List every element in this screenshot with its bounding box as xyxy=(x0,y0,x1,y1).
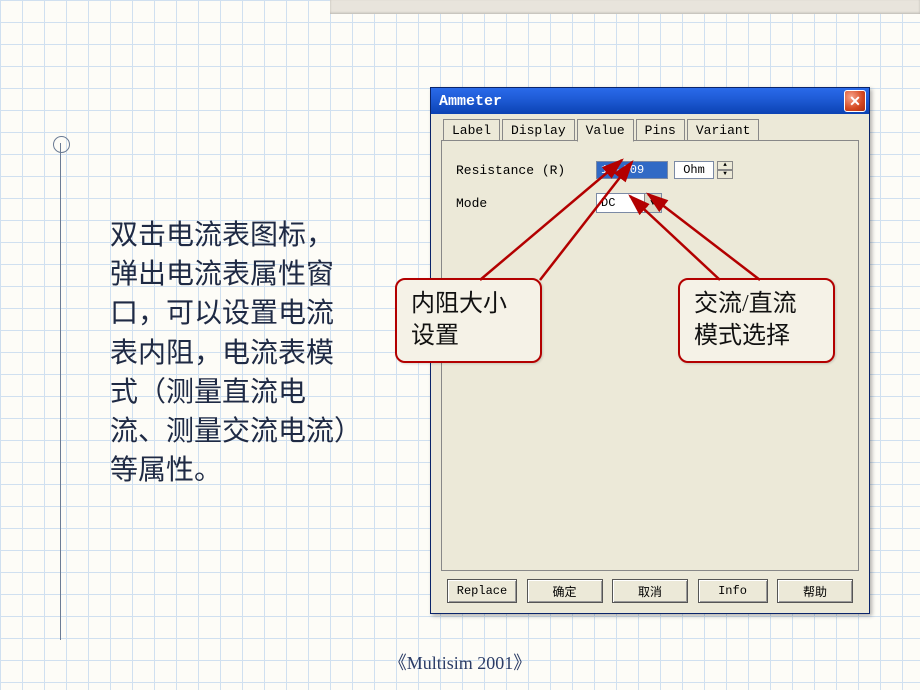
unit-spinner[interactable]: ▲ ▼ xyxy=(717,161,733,179)
dialog-button-row: Replace 确定 取消 Info 帮助 xyxy=(441,579,859,603)
info-button[interactable]: Info xyxy=(698,579,768,603)
top-strip xyxy=(330,0,920,14)
resistance-input[interactable]: 1e-009 xyxy=(596,161,668,179)
close-button[interactable]: ✕ xyxy=(844,90,866,112)
tab-value[interactable]: Value xyxy=(577,119,634,142)
dialog-title: Ammeter xyxy=(439,93,502,110)
margin-line xyxy=(60,143,61,640)
close-icon: ✕ xyxy=(849,93,861,110)
margin-circle xyxy=(53,136,70,153)
tab-pins[interactable]: Pins xyxy=(636,119,685,142)
slide-background: 双击电流表图标，弹出电流表属性窗口，可以设置电流表内阻，电流表模式（测量直流电流… xyxy=(0,0,920,690)
resistance-label: Resistance (R) xyxy=(456,163,596,178)
help-button[interactable]: 帮助 xyxy=(777,579,853,603)
mode-row: Mode DC ▼ xyxy=(456,193,844,213)
dialog-body: Label Display Value Pins Variant Resista… xyxy=(435,118,865,609)
tab-display[interactable]: Display xyxy=(502,119,575,142)
mode-label: Mode xyxy=(456,196,596,211)
chevron-down-icon: ▼ xyxy=(644,194,661,212)
resistance-unit: Ohm xyxy=(674,161,714,179)
mode-select[interactable]: DC ▼ xyxy=(596,193,662,213)
replace-button[interactable]: Replace xyxy=(447,579,517,603)
cancel-button[interactable]: 取消 xyxy=(612,579,688,603)
tab-variant[interactable]: Variant xyxy=(687,119,760,142)
tab-strip: Label Display Value Pins Variant xyxy=(435,118,865,141)
dialog-titlebar[interactable]: Ammeter ✕ xyxy=(431,88,869,114)
spinner-down-icon[interactable]: ▼ xyxy=(717,170,733,179)
callout-resistance: 内阻大小 设置 xyxy=(395,278,542,363)
footer-title: 《Multisim 2001》 xyxy=(0,649,920,675)
ok-button[interactable]: 确定 xyxy=(527,579,603,603)
slide-body-text: 双击电流表图标，弹出电流表属性窗口，可以设置电流表内阻，电流表模式（测量直流电流… xyxy=(110,216,355,490)
spinner-up-icon[interactable]: ▲ xyxy=(717,161,733,170)
resistance-row: Resistance (R) 1e-009 Ohm ▲ ▼ xyxy=(456,161,844,179)
tab-label[interactable]: Label xyxy=(443,119,500,142)
callout-mode: 交流/直流 模式选择 xyxy=(678,278,835,363)
mode-value: DC xyxy=(597,196,644,210)
